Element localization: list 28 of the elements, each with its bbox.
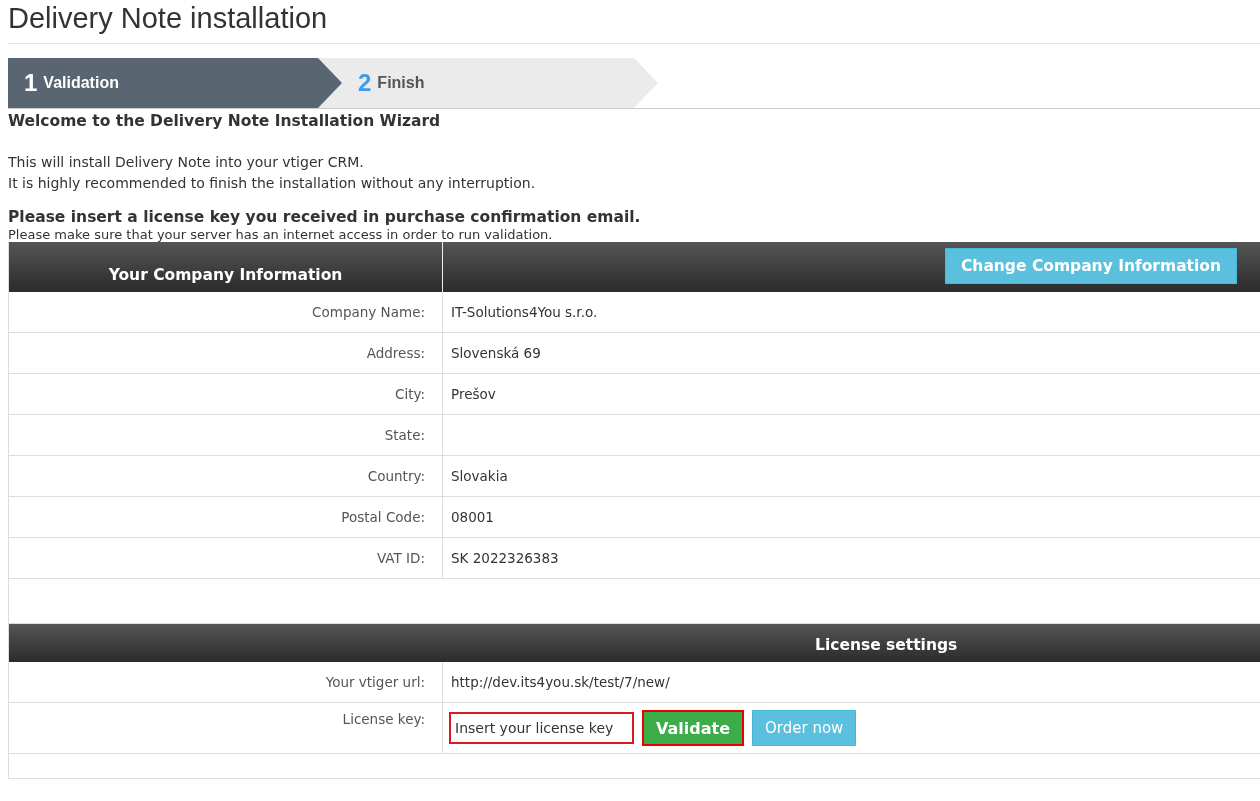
- field-label: City:: [9, 374, 443, 414]
- field-label: VAT ID:: [9, 538, 443, 578]
- field-value: 08001: [450, 508, 495, 527]
- wizard-step: 2 Finish: [318, 58, 658, 108]
- license-note: Please make sure that your server has an internet access in order to run validation.: [8, 227, 554, 242]
- intro-text: It is highly recommended to finish the installation without any interruption.: [8, 174, 537, 193]
- field-label: State:: [9, 415, 443, 455]
- field-label: License key:: [9, 703, 443, 753]
- license-heading: Please insert a license key you received in purchase confirmation email.: [8, 208, 642, 226]
- field-value: http://dev.its4you.sk/test/7/new/: [450, 673, 671, 692]
- field-label: Country:: [9, 456, 443, 496]
- welcome-heading: Welcome to the Delivery Note Installation Wizard: [8, 112, 442, 130]
- license-key-field[interactable]: Insert your license key: [449, 712, 634, 744]
- change-company-button[interactable]: Change Company Information: [944, 248, 1237, 284]
- field-value: SK 2022326383: [450, 549, 560, 568]
- field-label: Address:: [9, 333, 443, 373]
- field-value: Prešov: [450, 385, 497, 404]
- field-label: Postal Code:: [9, 497, 443, 537]
- wizard-step: 1 Validation: [8, 58, 342, 108]
- intro-text: This will install Delivery Note into your vtiger CRM.: [8, 153, 365, 172]
- order-now-button[interactable]: Order now: [752, 710, 857, 746]
- field-value: IT-Solutions4You s.r.o.: [450, 303, 599, 322]
- field-label: Your vtiger url:: [9, 662, 443, 702]
- page-title: Delivery Note installation: [8, 0, 1260, 44]
- field-label: Company Name:: [9, 292, 443, 332]
- field-value: Slovenská 69: [450, 344, 542, 363]
- validate-button[interactable]: Validate: [642, 710, 745, 746]
- field-value: Slovakia: [450, 467, 509, 486]
